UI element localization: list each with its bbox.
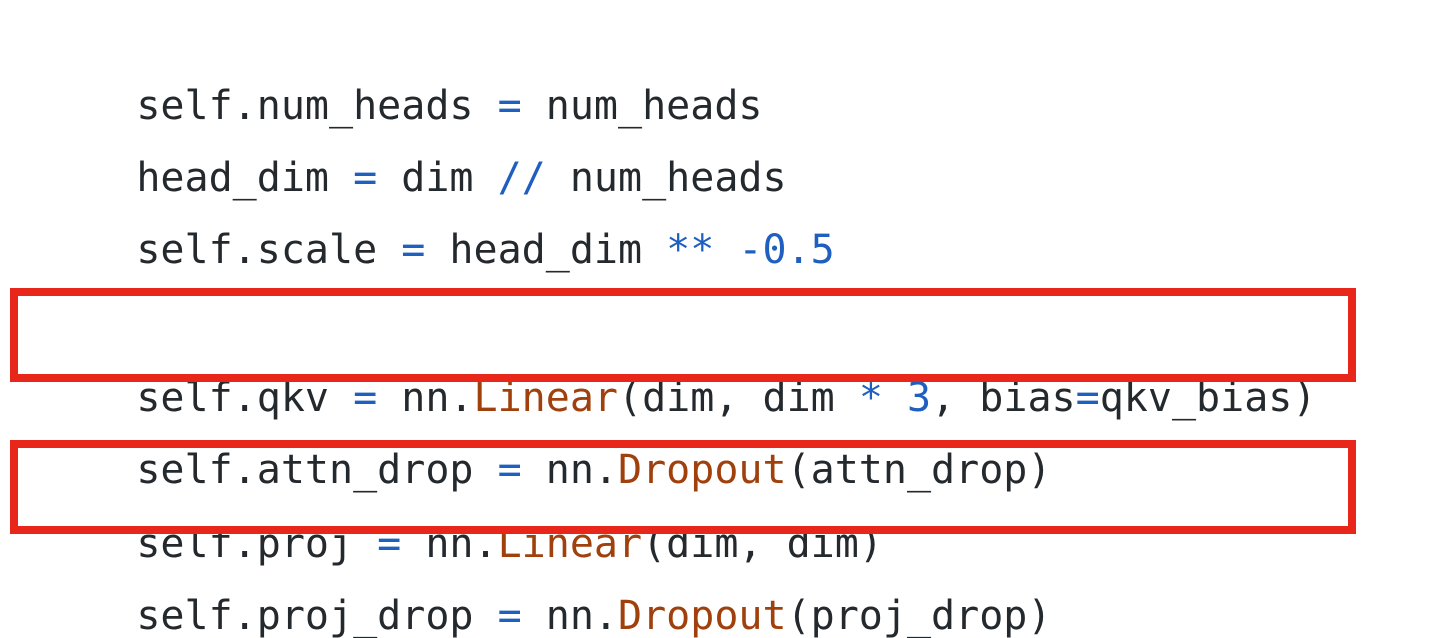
code-line-7: self.proj_drop = nn.Dropout(proj_drop) xyxy=(40,526,1051,638)
code-line-2: head_dim = dim // num_heads xyxy=(40,88,786,201)
code-editor: self.num_heads = num_heads head_dim = di… xyxy=(0,0,1450,638)
code-token: = xyxy=(497,593,522,638)
code-token: head_dim xyxy=(425,227,667,273)
code-line-4: self.qkv = nn.Linear(dim, dim * 3, bias=… xyxy=(40,308,1316,421)
code-token: (proj_drop) xyxy=(786,593,1052,638)
code-token: self.scale xyxy=(136,227,402,273)
code-line-1: self.num_heads = num_heads xyxy=(40,16,762,129)
code-line-3: self.scale = head_dim ** -0.5 xyxy=(40,160,834,273)
code-token: Dropout xyxy=(617,593,787,638)
code-token: ** xyxy=(666,227,715,273)
code-token: = xyxy=(1075,375,1100,421)
code-token: nn. xyxy=(521,593,618,638)
code-token: qkv_bias) xyxy=(1099,375,1317,421)
code-token: self.proj_drop xyxy=(136,593,498,638)
code-token: -0.5 xyxy=(738,227,835,273)
code-line-6: self.proj = nn.Linear(dim, dim) xyxy=(40,454,883,567)
code-line-5: self.attn_drop = nn.Dropout(attn_drop) xyxy=(40,380,1051,493)
code-token: = xyxy=(401,227,426,273)
